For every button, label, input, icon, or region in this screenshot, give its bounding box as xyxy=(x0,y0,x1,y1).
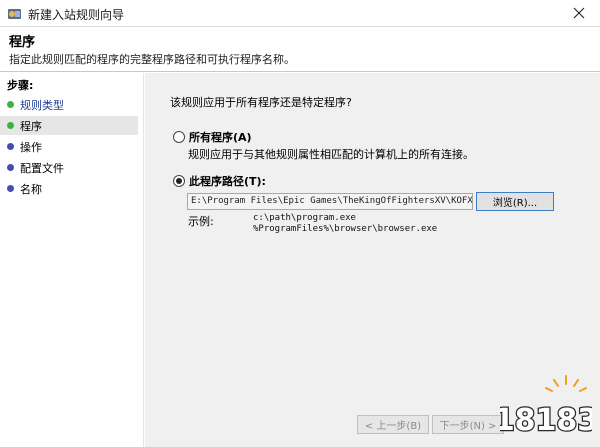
step-active-dot-icon xyxy=(7,122,14,129)
sidebar-item-program[interactable]: 程序 xyxy=(0,116,138,135)
sun-rays-icon xyxy=(545,375,587,392)
radio-unchecked-icon xyxy=(173,131,185,143)
wizard-header: 程序 指定此规则匹配的程序的完整程序路径和可执行程序名称。 xyxy=(0,27,600,72)
window-title: 新建入站规则向导 xyxy=(28,8,125,22)
all-programs-description: 规则应用于与其他规则属性相匹配的计算机上的所有连接。 xyxy=(188,148,474,161)
sidebar-item-action[interactable]: 操作 xyxy=(0,137,138,156)
this-program-label: 此程序路径(T): xyxy=(189,175,266,188)
close-button[interactable] xyxy=(566,2,592,24)
sidebar-item-profile[interactable]: 配置文件 xyxy=(0,158,138,177)
sidebar-item-name[interactable]: 名称 xyxy=(0,179,138,198)
steps-sidebar: 步骤: 规则类型 程序 操作 配置文件 名称 xyxy=(0,73,144,447)
sidebar-item-rule-type[interactable]: 规则类型 xyxy=(0,95,138,114)
close-icon xyxy=(573,7,585,19)
page-title: 程序 xyxy=(9,35,36,50)
program-question: 该规则应用于所有程序还是特定程序? xyxy=(170,96,352,109)
all-programs-label: 所有程序(A) xyxy=(189,131,252,144)
step-done-dot-icon xyxy=(7,101,14,108)
steps-label: 步骤: xyxy=(7,79,34,92)
sidebar-item-label: 名称 xyxy=(20,182,42,196)
example-path-1: c:\path\program.exe xyxy=(253,213,356,223)
page-description: 指定此规则匹配的程序的完整程序路径和可执行程序名称。 xyxy=(9,53,295,66)
step-pending-dot-icon xyxy=(7,143,14,150)
step-pending-dot-icon xyxy=(7,164,14,171)
sidebar-item-label: 操作 xyxy=(20,140,42,154)
sidebar-item-label: 规则类型 xyxy=(20,98,64,112)
watermark-text: 18183 xyxy=(500,403,592,438)
sidebar-item-label: 配置文件 xyxy=(20,161,64,175)
site-watermark-logo: 18183 xyxy=(500,375,592,439)
next-button[interactable]: 下一步(N) > xyxy=(432,415,504,434)
program-path-input[interactable]: E:\Program Files\Epic Games\TheKingOfFig… xyxy=(187,193,473,210)
example-path-2: %ProgramFiles%\browser\browser.exe xyxy=(253,224,438,234)
title-bar: 新建入站规则向导 xyxy=(0,0,600,27)
sidebar-item-label: 程序 xyxy=(20,119,42,133)
browse-button[interactable]: 浏览(R)... xyxy=(476,192,554,211)
radio-checked-icon xyxy=(173,175,185,187)
step-pending-dot-icon xyxy=(7,185,14,192)
example-label: 示例: xyxy=(188,215,214,228)
firewall-app-icon xyxy=(8,9,21,19)
this-program-radio[interactable]: 此程序路径(T): xyxy=(173,173,266,189)
back-button[interactable]: < 上一步(B) xyxy=(357,415,429,434)
all-programs-radio[interactable]: 所有程序(A) xyxy=(173,129,252,145)
